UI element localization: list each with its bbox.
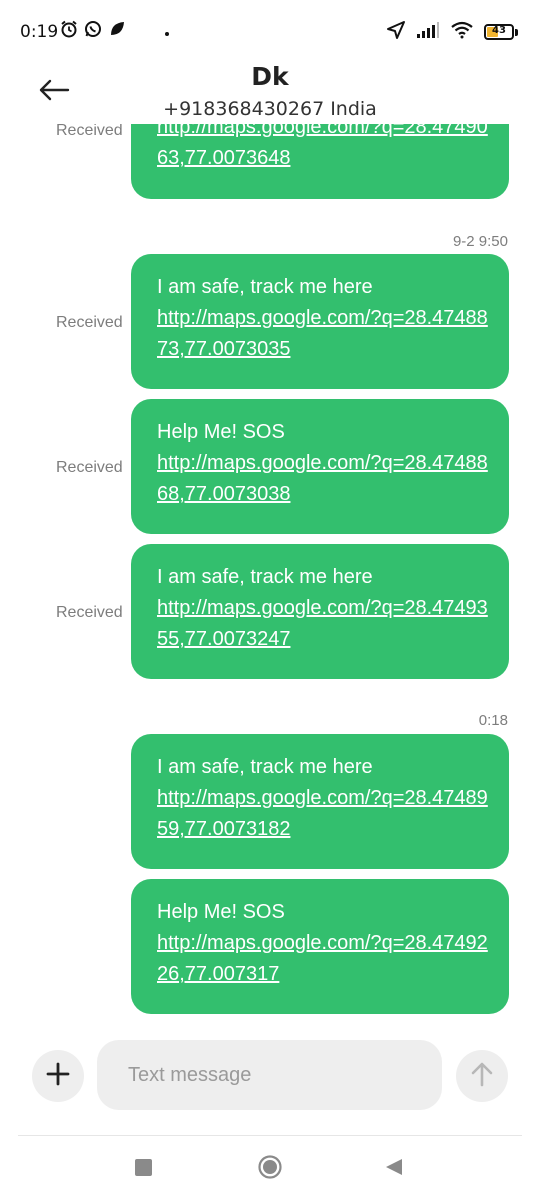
whatsapp-icon	[84, 20, 102, 42]
message-bubble[interactable]: Help Me! SOS http://maps.google.com/?q=2…	[131, 399, 509, 534]
nav-back-triangle-icon[interactable]	[384, 1157, 404, 1181]
alarm-icon	[60, 20, 78, 42]
system-nav-bar	[0, 1140, 540, 1200]
signal-icon	[416, 21, 440, 43]
leaf-icon	[108, 20, 126, 42]
map-link[interactable]: http://maps.google.com/?q=28.4748959,77.…	[157, 783, 489, 845]
message-thread[interactable]: Received http://maps.google.com/?q=28.47…	[0, 124, 540, 1030]
home-circle-icon[interactable]	[258, 1155, 282, 1179]
status-time: 0:19	[20, 22, 59, 42]
message-status-label: Received	[56, 459, 123, 476]
send-arrow-icon	[470, 1061, 494, 1091]
message-bubble[interactable]: Help Me! SOS http://maps.google.com/?q=2…	[131, 879, 509, 1014]
map-link[interactable]: http://maps.google.com/?q=28.4748868,77.…	[157, 448, 489, 510]
map-link[interactable]: http://maps.google.com/?q=28.4749226,77.…	[157, 928, 489, 990]
notification-dot-icon	[164, 22, 170, 41]
map-link[interactable]: http://maps.google.com/?q=28.4749063,77.…	[157, 124, 489, 174]
send-button[interactable]	[456, 1050, 508, 1102]
contact-name[interactable]: Dk	[0, 62, 540, 91]
message-status-label: Received	[56, 604, 123, 621]
map-link[interactable]: http://maps.google.com/?q=28.4748873,77.…	[157, 303, 489, 365]
message-status-label: Received	[56, 124, 123, 139]
message-text: I am safe, track me here	[157, 566, 373, 588]
message-text: I am safe, track me here	[157, 756, 373, 778]
battery-icon: 43	[484, 24, 518, 40]
conversation-header: Dk +918368430267 India	[0, 62, 540, 124]
map-link[interactable]: http://maps.google.com/?q=28.4749355,77.…	[157, 593, 489, 655]
message-bubble[interactable]: I am safe, track me here http://maps.goo…	[131, 254, 509, 389]
contact-number: +918368430267 India	[163, 98, 377, 120]
message-bubble[interactable]: I am safe, track me here http://maps.goo…	[131, 734, 509, 869]
text-message-input[interactable]	[97, 1040, 442, 1110]
wifi-icon	[450, 21, 474, 43]
message-status-label: Received	[56, 314, 123, 331]
message-text: Help Me! SOS	[157, 901, 285, 923]
message-bubble[interactable]: I am safe, track me here http://maps.goo…	[131, 544, 509, 679]
add-attachment-button[interactable]	[32, 1050, 84, 1102]
message-text: I am safe, track me here	[157, 276, 373, 298]
status-bar: 0:19 43	[0, 0, 540, 62]
message-timestamp: 9-2 9:50	[452, 233, 508, 250]
location-arrow-icon	[386, 20, 406, 44]
message-text: Help Me! SOS	[157, 421, 285, 443]
message-composer	[0, 1040, 540, 1112]
message-bubble[interactable]: http://maps.google.com/?q=28.4749063,77.…	[131, 124, 509, 199]
plus-icon	[46, 1062, 70, 1090]
battery-level: 43	[492, 25, 506, 36]
message-timestamp: 0:18	[478, 712, 508, 729]
divider	[18, 1135, 522, 1136]
recents-square-icon[interactable]	[135, 1159, 152, 1176]
